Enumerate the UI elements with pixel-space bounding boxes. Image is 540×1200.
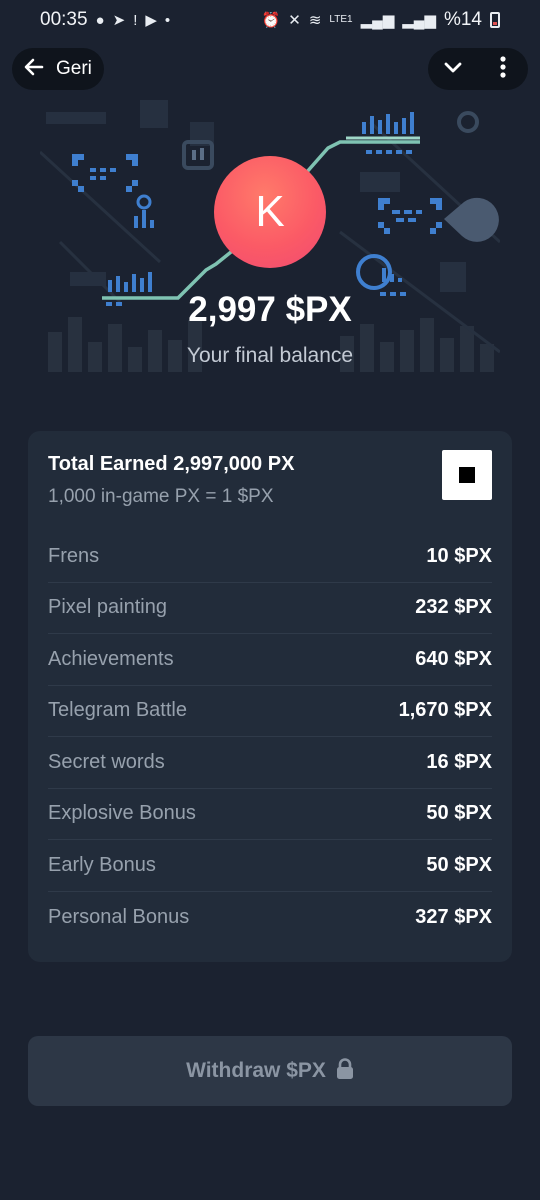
row-label: Pixel painting bbox=[48, 596, 167, 619]
earnings-card: Total Earned 2,997,000 PX 1,000 in-game … bbox=[28, 431, 512, 962]
avatar-letter: K bbox=[255, 187, 285, 236]
earnings-row-explosive-bonus: Explosive Bonus 50 $PX bbox=[48, 789, 492, 840]
earnings-row-telegram-battle: Telegram Battle 1,670 $PX bbox=[48, 686, 492, 737]
row-label: Frens bbox=[48, 544, 100, 567]
earnings-row-frens: Frens 10 $PX bbox=[48, 531, 492, 583]
status-right: ⏰ ✕ ≋ LTE1 ▂▄▆ ▂▄▆ %14 bbox=[262, 9, 500, 31]
alarm-icon: ⏰ bbox=[261, 11, 281, 29]
menu-pill bbox=[428, 48, 528, 90]
stop-icon bbox=[459, 467, 475, 483]
row-label: Achievements bbox=[48, 647, 174, 670]
avatar: K bbox=[214, 156, 326, 268]
lte-label: LTE1 bbox=[329, 14, 353, 25]
stop-button[interactable] bbox=[442, 450, 492, 500]
chevron-down-icon bbox=[441, 55, 465, 84]
telegram-icon: ➤ bbox=[112, 11, 126, 29]
lock-icon bbox=[336, 1057, 354, 1085]
signal-icon: ▂▄▆ bbox=[360, 11, 395, 29]
back-button[interactable]: Geri bbox=[12, 48, 104, 90]
row-value: 640 $PX bbox=[415, 647, 492, 670]
withdraw-button[interactable]: Withdraw $PX bbox=[28, 1036, 512, 1106]
row-value: 232 $PX bbox=[415, 596, 492, 619]
alert-icon: ! bbox=[133, 11, 138, 29]
status-time: 00:35 bbox=[40, 9, 88, 30]
hero-illustration: K bbox=[40, 92, 500, 377]
final-balance-caption: Your final balance bbox=[186, 344, 354, 367]
earnings-list: Frens 10 $PX Pixel painting 232 $PX Achi… bbox=[48, 531, 492, 943]
more-dot-icon: • bbox=[164, 11, 171, 29]
earnings-row-achievements: Achievements 640 $PX bbox=[48, 634, 492, 686]
row-label: Early Bonus bbox=[48, 853, 156, 876]
earnings-row-pixel-painting: Pixel painting 232 $PX bbox=[48, 583, 492, 634]
row-label: Explosive Bonus bbox=[48, 802, 196, 825]
back-label: Geri bbox=[56, 58, 92, 79]
youtube-icon: ▶ bbox=[145, 11, 157, 29]
status-left: 00:35 ● ➤ ! ▶ • bbox=[40, 9, 170, 31]
final-balance: 2,997 $PX bbox=[188, 290, 352, 329]
arrow-left-icon bbox=[22, 55, 46, 84]
mute-icon: ✕ bbox=[288, 11, 301, 29]
battery-icon bbox=[490, 12, 500, 28]
chat-bubble-icon: ● bbox=[95, 11, 105, 29]
conversion-rate: 1,000 in-game PX = 1 $PX bbox=[48, 486, 274, 507]
row-value: 50 $PX bbox=[426, 802, 492, 825]
row-value: 327 $PX bbox=[415, 905, 492, 928]
earnings-row-personal-bonus: Personal Bonus 327 $PX bbox=[48, 892, 492, 944]
row-value: 1,670 $PX bbox=[398, 699, 492, 722]
row-value: 50 $PX bbox=[426, 853, 492, 876]
kebab-menu-icon bbox=[499, 55, 507, 84]
row-value: 10 $PX bbox=[426, 544, 492, 567]
status-bar: 00:35 ● ➤ ! ▶ • ⏰ ✕ ≋ LTE1 ▂▄▆ ▂▄▆ %14 bbox=[0, 0, 540, 40]
more-options-button[interactable] bbox=[483, 49, 523, 89]
row-label: Personal Bonus bbox=[48, 905, 190, 928]
withdraw-label: Withdraw $PX bbox=[186, 1059, 326, 1082]
wifi-icon: ≋ bbox=[308, 11, 322, 29]
row-value: 16 $PX bbox=[426, 750, 492, 773]
collapse-button[interactable] bbox=[433, 49, 473, 89]
row-label: Telegram Battle bbox=[48, 699, 187, 722]
total-earned-title: Total Earned 2,997,000 PX bbox=[48, 453, 295, 475]
signal-2-icon: ▂▄▆ bbox=[402, 11, 436, 29]
battery-text: %14 bbox=[443, 9, 482, 30]
earnings-row-early-bonus: Early Bonus 50 $PX bbox=[48, 840, 492, 892]
earnings-row-secret-words: Secret words 16 $PX bbox=[48, 737, 492, 789]
row-label: Secret words bbox=[48, 750, 165, 773]
